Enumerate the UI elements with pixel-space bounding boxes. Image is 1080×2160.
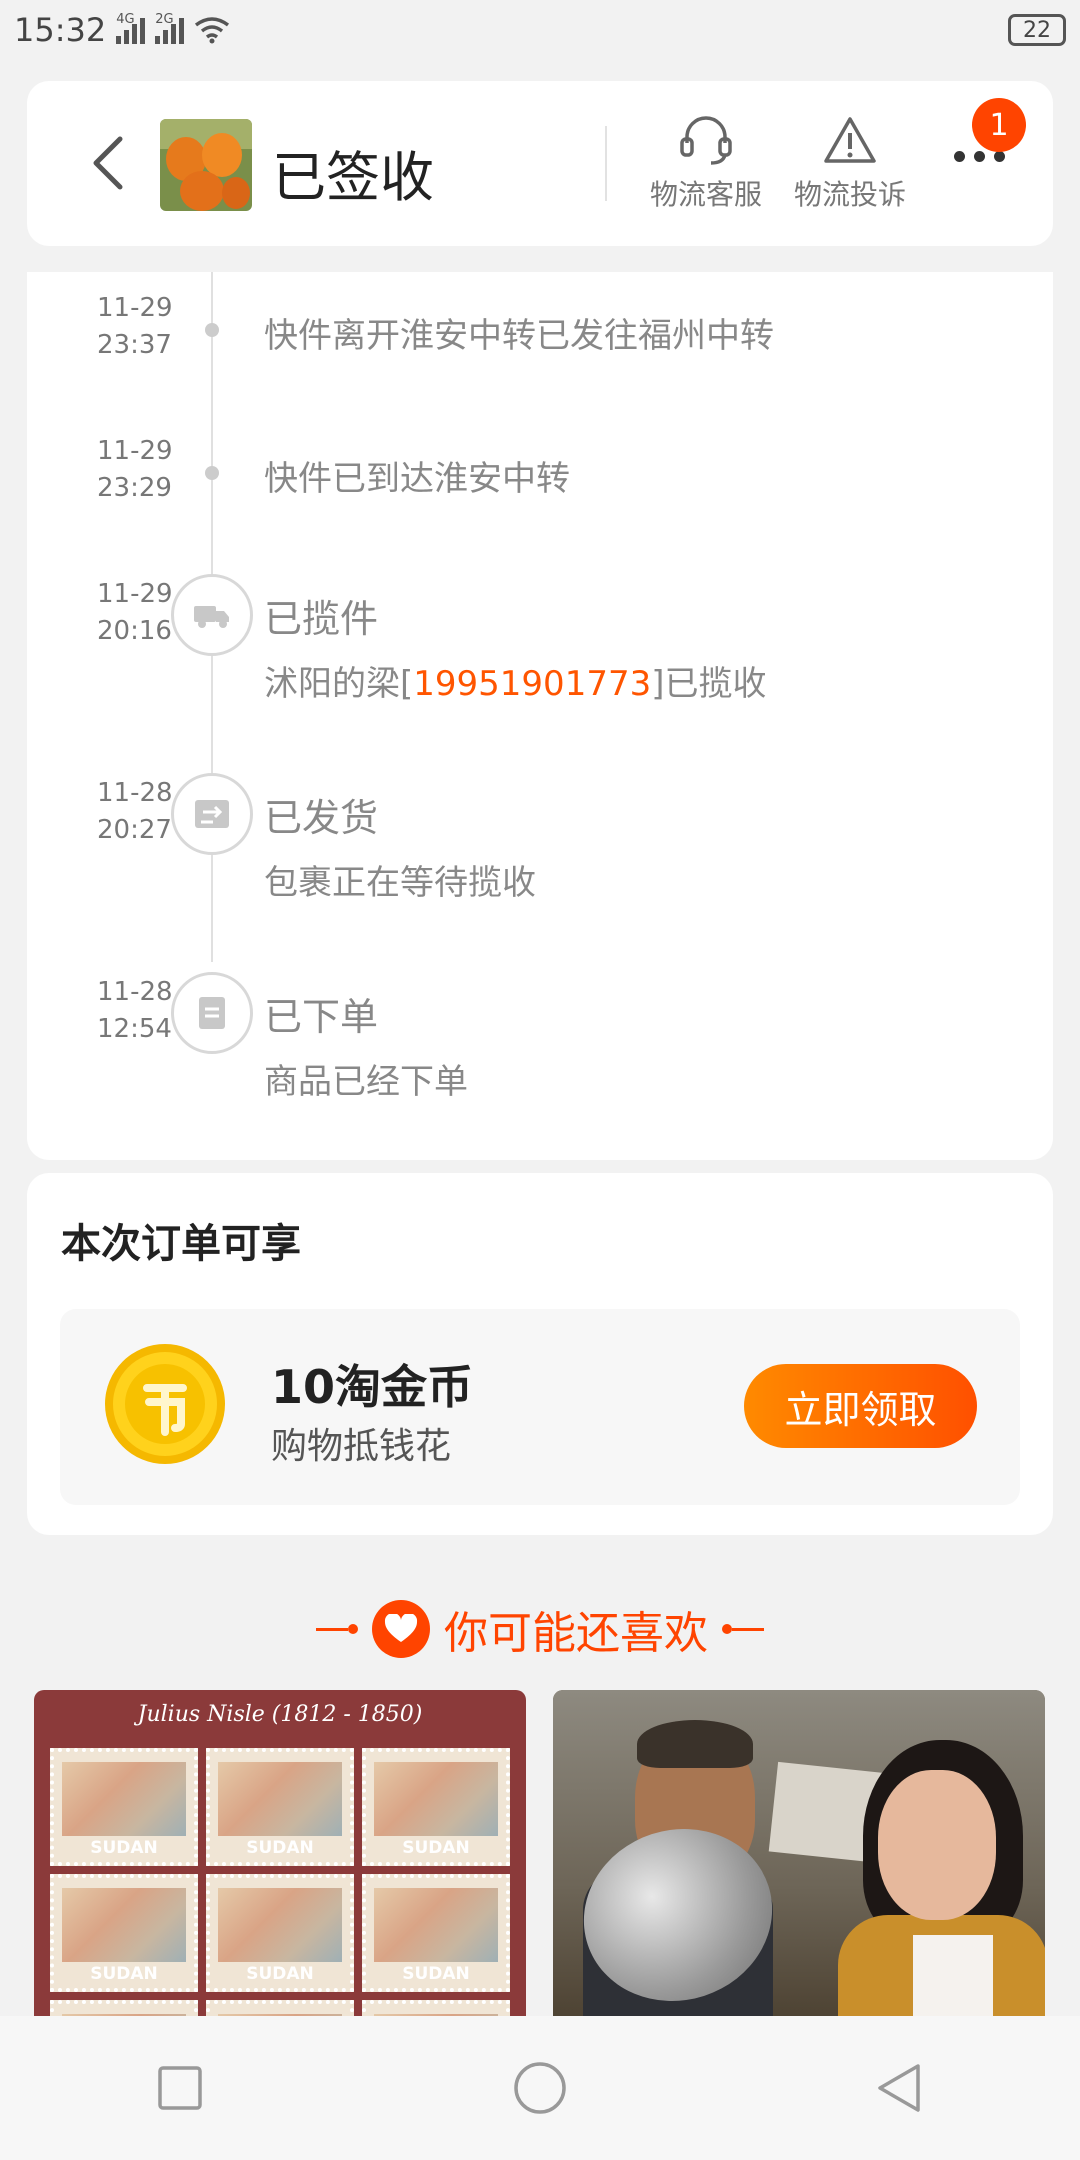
- status-bar: 15:32 4G 2G 22: [0, 0, 1080, 60]
- clock: 15:32: [14, 11, 107, 49]
- event-title: 已揽件: [264, 597, 379, 641]
- event-description: 商品已经下单: [264, 1062, 468, 1102]
- decor-left: [316, 1624, 358, 1634]
- recommend-heading: 你可能还喜欢: [0, 1596, 1080, 1662]
- event-description: 包裹正在等待揽收: [264, 863, 536, 903]
- logistics-service-label: 物流客服: [650, 178, 763, 211]
- stamp-sheet-title: Julius Nisle (1812 - 1850): [137, 1702, 423, 1727]
- event-date: 11-29: [97, 436, 173, 466]
- event-text: 快件已到达淮安中转: [264, 459, 570, 499]
- timeline-dot: [205, 466, 219, 480]
- recent-apps-icon[interactable]: [150, 2058, 210, 2118]
- battery-icon: 22: [1008, 14, 1066, 46]
- product-card-photo[interactable]: [553, 1690, 1045, 2020]
- reward-offer: 10淘金币 购物抵钱花 立即领取: [60, 1309, 1020, 1505]
- headset-icon: [680, 116, 732, 165]
- event-title: 已发货: [264, 796, 379, 840]
- recommend-title: 你可能还喜欢: [444, 1608, 708, 1659]
- stamp: SUDAN: [362, 1748, 510, 1866]
- header-card: 已签收 物流客服 物流投诉 1: [27, 81, 1053, 246]
- event-title: 已下单: [264, 995, 379, 1039]
- event-description: 沭阳的梁[19951901773]已揽收: [264, 664, 767, 704]
- logistics-timeline: 11-29 23:37 快件离开淮安中转已发往福州中转 11-29 23:29 …: [27, 272, 1053, 1160]
- reward-heading: 本次订单可享: [61, 1221, 301, 1267]
- event-date: 11-29: [97, 293, 173, 323]
- stamp: SUDAN: [50, 1874, 198, 1992]
- event-time: 23:29: [97, 473, 172, 503]
- wifi-icon: [195, 17, 230, 44]
- signal-2g-icon: 2G: [155, 12, 185, 44]
- reward-amount: 10淘金币: [271, 1360, 474, 1414]
- event-text: 快件离开淮安中转已发往福州中转: [264, 316, 774, 356]
- product-thumbnail[interactable]: [160, 119, 252, 211]
- signal-4g-icon: 4G: [116, 12, 146, 44]
- header-divider: [605, 126, 607, 201]
- stamp: SUDAN: [206, 1748, 354, 1866]
- more-options-icon[interactable]: [954, 151, 1005, 162]
- warning-icon: [824, 117, 876, 163]
- product-photo: [553, 1690, 1045, 2020]
- heart-icon: [372, 1600, 430, 1658]
- order-icon: [171, 972, 253, 1054]
- stamp-grid: SUDAN SUDAN SUDAN SUDAN SUDAN SUDAN: [50, 1748, 510, 2020]
- decor-right: [722, 1624, 764, 1634]
- home-icon[interactable]: [510, 2058, 570, 2118]
- logistics-complaint-button[interactable]: 物流投诉: [794, 111, 906, 213]
- gold-coin-icon: [105, 1344, 225, 1464]
- stamp: SUDAN: [50, 1748, 198, 1866]
- back-nav-icon[interactable]: [870, 2058, 930, 2118]
- stamp: SUDAN: [362, 1874, 510, 1992]
- system-nav-bar: [0, 2016, 1080, 2160]
- claim-now-button[interactable]: 立即领取: [744, 1364, 977, 1448]
- notification-badge: 1: [972, 98, 1026, 152]
- back-arrow-icon[interactable]: [82, 133, 142, 193]
- logistics-complaint-label: 物流投诉: [794, 178, 907, 211]
- logistics-service-button[interactable]: 物流客服: [650, 111, 762, 213]
- reward-card: 本次订单可享 10淘金币 购物抵钱花 立即领取: [27, 1173, 1053, 1535]
- stamp: SUDAN: [206, 1874, 354, 1992]
- page-title: 已签收: [272, 146, 434, 209]
- courier-phone-link[interactable]: 19951901773: [413, 664, 651, 704]
- reward-subtitle: 购物抵钱花: [271, 1426, 452, 1467]
- shipped-icon: [171, 773, 253, 855]
- timeline-dot: [205, 323, 219, 337]
- product-card-stamps[interactable]: Julius Nisle (1812 - 1850) SUDAN SUDAN S…: [34, 1690, 526, 2020]
- event-time: 23:37: [97, 330, 172, 360]
- truck-icon: [171, 574, 253, 656]
